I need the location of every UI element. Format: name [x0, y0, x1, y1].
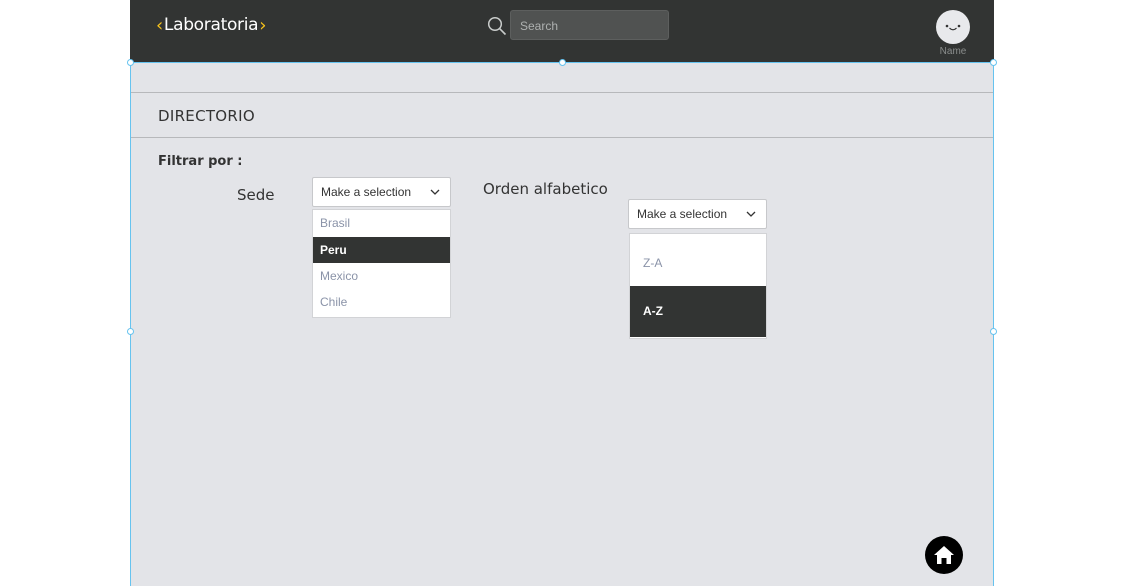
sede-label: Sede	[237, 186, 275, 204]
resize-handle-middle-right[interactable]	[990, 328, 997, 335]
laboratoria-logo[interactable]: ‹ Laboratoria ›	[155, 13, 267, 37]
selection-outline-left	[130, 62, 131, 586]
selection-outline-right	[993, 62, 994, 586]
orden-option-z-a[interactable]: Z-A	[630, 234, 766, 286]
resize-handle-top-center[interactable]	[559, 59, 566, 66]
logo-text: Laboratoria	[163, 15, 259, 35]
sede-option-peru[interactable]: Peru	[313, 237, 450, 263]
resize-handle-top-left[interactable]	[127, 59, 134, 66]
resize-handle-top-right[interactable]	[990, 59, 997, 66]
logo-chevron-right: ›	[259, 14, 267, 36]
top-navbar: ‹ Laboratoria › Search Name	[130, 0, 994, 62]
orden-select-value: Make a selection	[637, 207, 728, 221]
sede-option-brasil[interactable]: Brasil	[313, 210, 450, 237]
orden-select[interactable]: Make a selection	[628, 199, 767, 229]
orden-option-a-z[interactable]: A-Z	[630, 286, 766, 337]
page-title: DIRECTORIO	[158, 107, 255, 125]
orden-label: Orden alfabetico	[483, 180, 608, 198]
avatar[interactable]	[936, 10, 970, 44]
sede-dropdown-list: Brasil Peru Mexico Chile	[312, 209, 451, 318]
sede-select-value: Make a selection	[321, 185, 412, 199]
divider	[131, 92, 993, 93]
chevron-down-icon	[430, 189, 440, 195]
app-frame: ‹ Laboratoria › Search Name DIRECTORIO F…	[127, 0, 997, 586]
avatar-face-icon	[945, 24, 961, 31]
resize-handle-middle-left[interactable]	[127, 328, 134, 335]
sede-option-chile[interactable]: Chile	[313, 289, 450, 316]
avatar-name: Name	[939, 46, 967, 57]
logo-chevron-left: ‹	[156, 14, 163, 36]
sede-select[interactable]: Make a selection	[312, 177, 451, 207]
home-icon	[934, 546, 954, 564]
divider	[131, 137, 993, 138]
search-input[interactable]: Search	[510, 10, 669, 40]
chevron-down-icon	[746, 211, 756, 217]
sede-option-mexico[interactable]: Mexico	[313, 263, 450, 289]
search-icon[interactable]	[487, 16, 507, 36]
orden-dropdown-list: Z-A A-Z	[629, 233, 767, 339]
home-button[interactable]	[925, 536, 963, 574]
filter-label: Filtrar por :	[158, 154, 243, 169]
